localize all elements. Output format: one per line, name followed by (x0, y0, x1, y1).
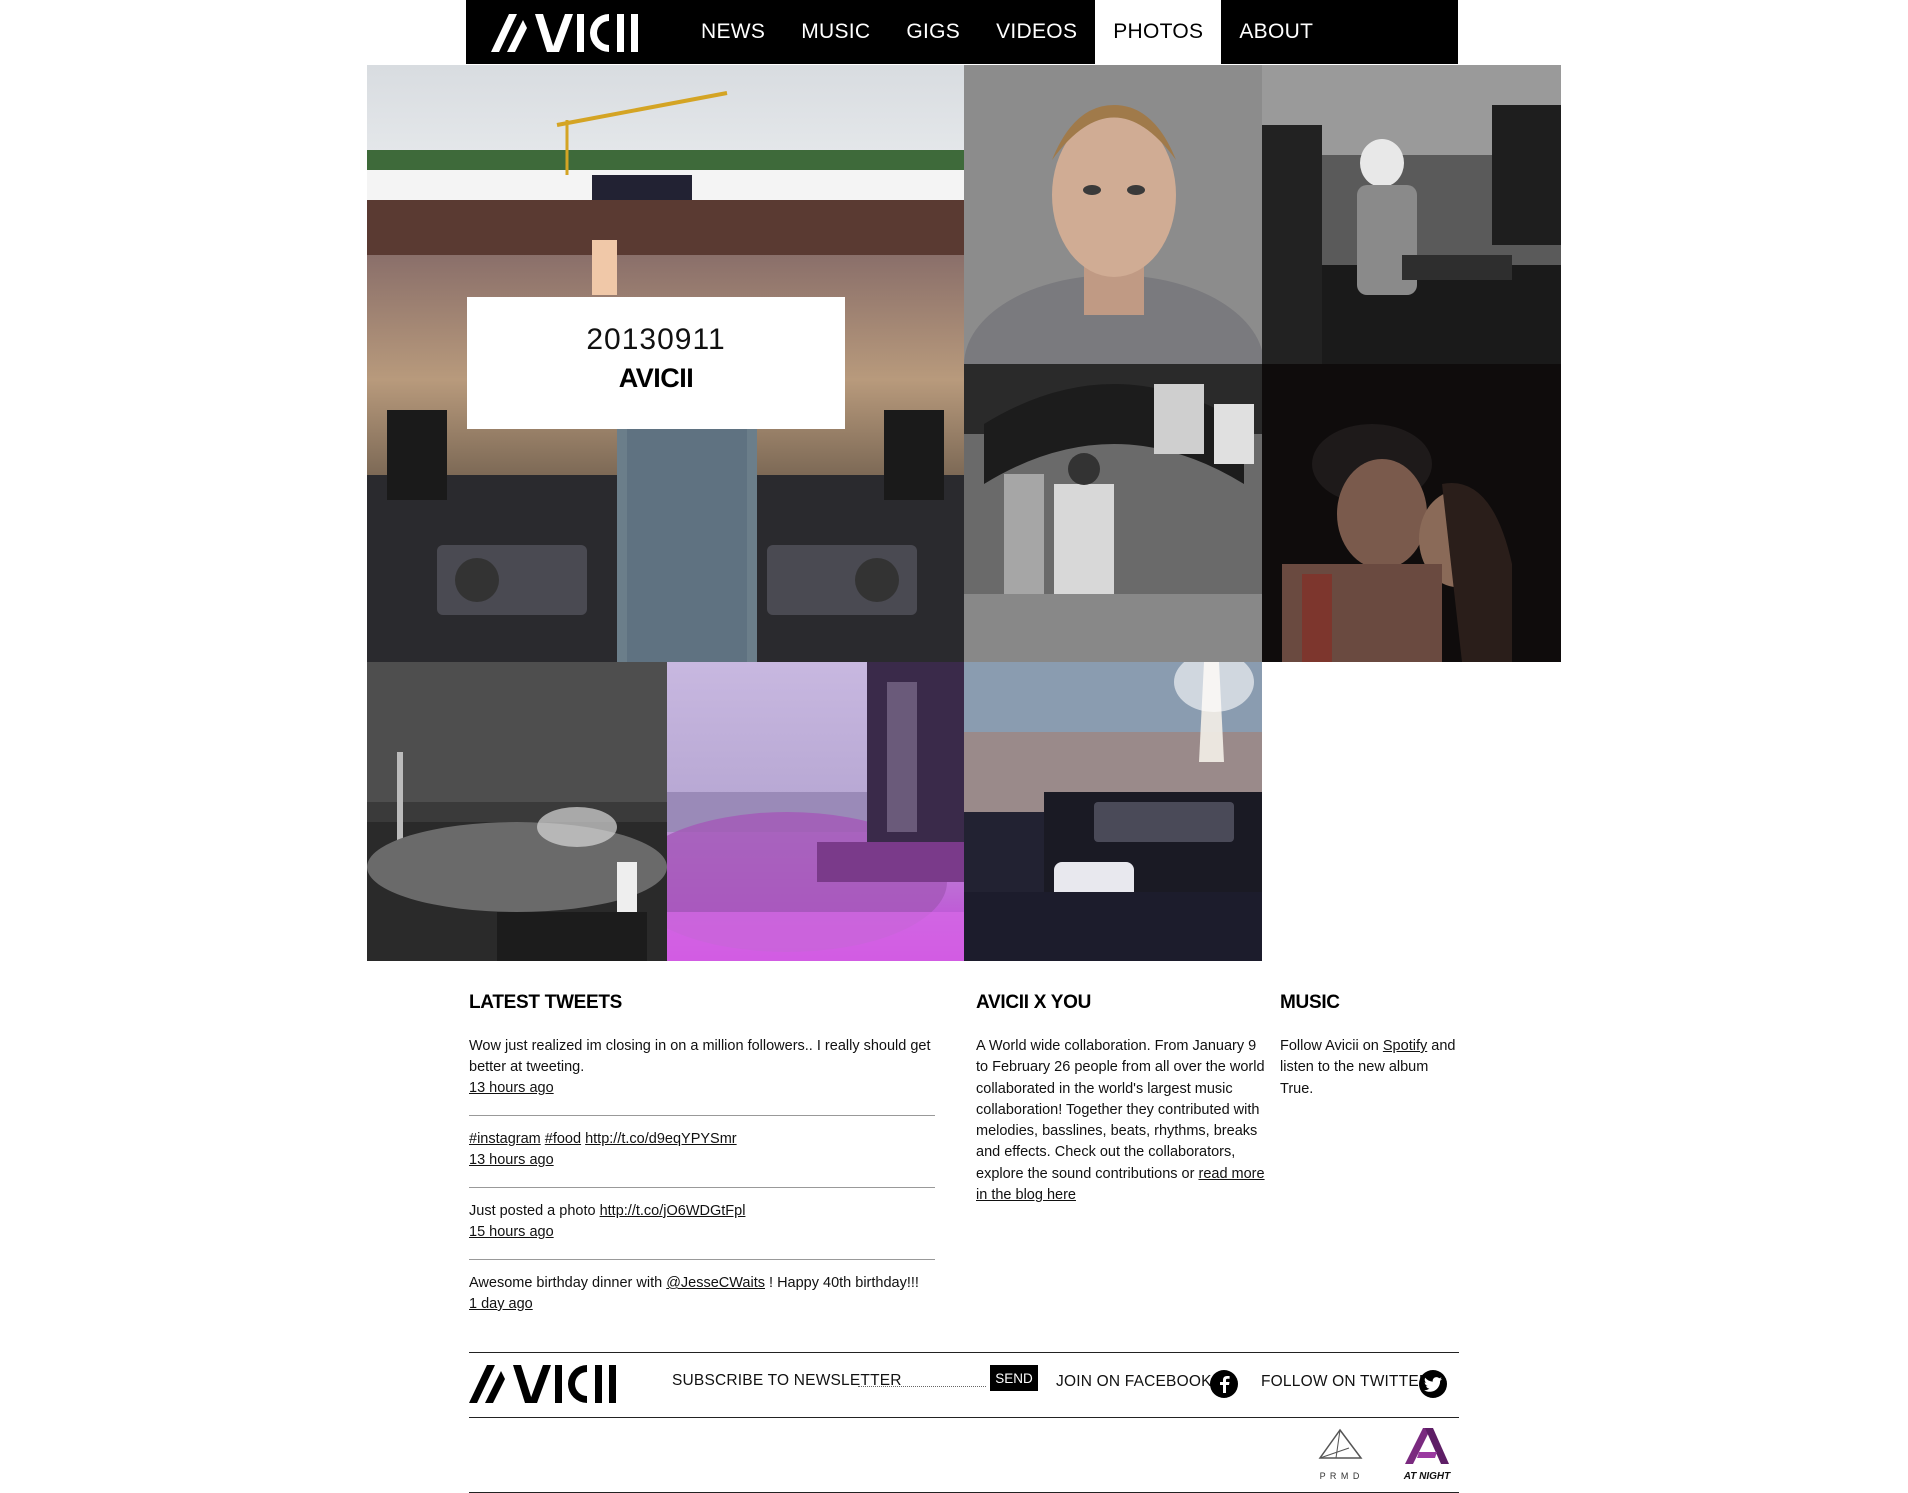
avicii-x-you-description: A World wide collaboration. From January… (976, 1036, 1266, 1206)
photo-tile-couple[interactable] (1262, 364, 1561, 662)
nav-music[interactable]: MUSIC (783, 0, 888, 64)
join-facebook-label[interactable]: JOIN ON FACEBOOK (1056, 1373, 1212, 1391)
prmd-logo[interactable]: P R M D (1315, 1428, 1365, 1481)
top-navigation-bar: NEWS MUSIC GIGS VIDEOS PHOTOS ABOUT (466, 0, 1458, 64)
follow-twitter-label[interactable]: FOLLOW ON TWITTER (1261, 1373, 1430, 1391)
tweet-2-time[interactable]: 13 hours ago (469, 1150, 935, 1171)
photo-tile-portrait[interactable] (964, 65, 1262, 364)
prmd-label: P R M D (1319, 1471, 1361, 1481)
festival-purple-photo (667, 662, 964, 961)
main-nav: NEWS MUSIC GIGS VIDEOS PHOTOS ABOUT (683, 0, 1331, 64)
photo-tile-stage-sparks[interactable] (964, 662, 1262, 961)
nav-news[interactable]: NEWS (683, 0, 783, 64)
avicii-logo[interactable] (466, 0, 681, 64)
photo-tile-backstage[interactable] (964, 364, 1262, 662)
nav-gigs[interactable]: GIGS (888, 0, 978, 64)
tweet-divider (469, 1187, 935, 1188)
footer-middle-rule (469, 1417, 1459, 1418)
tweet-4-text: Awesome birthday dinner with (469, 1275, 667, 1291)
featured-title: AVICII (618, 363, 694, 393)
tweet-divider (469, 1259, 935, 1260)
couple-photo (1262, 364, 1561, 662)
subscribe-label: SUBSCRIBE TO NEWSLETTER (672, 1372, 902, 1389)
tweet-4-mention[interactable]: @JesseCWaits (666, 1275, 765, 1291)
music-text: Follow Avicii on (1280, 1038, 1383, 1054)
tweet-1-text: Wow just realized im closing in on a mil… (469, 1038, 931, 1075)
portrait-photo (964, 65, 1262, 364)
photo-tile-festival-purple[interactable] (667, 662, 964, 961)
send-button[interactable]: SEND (990, 1365, 1038, 1391)
footer-logo-icon (469, 1365, 616, 1403)
newsletter-email-input[interactable] (858, 1386, 986, 1387)
backstage-photo (964, 364, 1262, 662)
avicii-x-you-heading: AVICII X YOU (976, 992, 1092, 1013)
facebook-icon[interactable] (1210, 1370, 1238, 1398)
photo-tile-crowd-night[interactable] (367, 662, 667, 961)
photo-tile-dj-booth[interactable] (1262, 65, 1561, 364)
nav-videos[interactable]: VIDEOS (978, 0, 1095, 64)
featured-caption: 20130911 AVICII (467, 297, 845, 429)
footer-top-rule (469, 1352, 1459, 1353)
spotify-link[interactable]: Spotify (1383, 1038, 1427, 1054)
tweet-divider (469, 1115, 935, 1116)
prmd-triangle-icon (1318, 1428, 1363, 1459)
tweet-2: #instagram #food http://t.co/d9eqYPYSmr … (469, 1129, 935, 1171)
nav-photos[interactable]: PHOTOS (1095, 0, 1222, 64)
tweet-1-time[interactable]: 13 hours ago (469, 1078, 935, 1099)
avicii-logo-icon (490, 14, 638, 52)
tweet-2-hashtag-instagram[interactable]: #instagram (469, 1131, 541, 1147)
music-description: Follow Avicii on Spotify and listen to t… (1280, 1036, 1460, 1100)
avicii-x-you-text: A World wide collaboration. From January… (976, 1038, 1265, 1182)
tweet-2-hashtag-food[interactable]: #food (545, 1131, 581, 1147)
tweet-1: Wow just realized im closing in on a mil… (469, 1036, 935, 1099)
featured-date: 20130911 (586, 323, 726, 356)
footer-avicii-logo[interactable] (469, 1363, 635, 1408)
tweet-3-link[interactable]: http://t.co/jO6WDGtFpl (600, 1203, 746, 1219)
tweet-3-text: Just posted a photo (469, 1203, 600, 1219)
latest-tweets-heading: LATEST TWEETS (469, 992, 623, 1013)
twitter-icon[interactable] (1419, 1370, 1447, 1398)
stage-sparks-photo (964, 662, 1262, 961)
at-night-logo[interactable]: AT NIGHT (1397, 1426, 1457, 1482)
dj-booth-photo (1262, 65, 1561, 364)
tweet-4-text-end: ! Happy 40th birthday!!! (764, 1275, 919, 1291)
tweet-2-link[interactable]: http://t.co/d9eqYPYSmr (585, 1131, 737, 1147)
music-heading: MUSIC (1280, 992, 1340, 1013)
at-night-label: AT NIGHT (1403, 1471, 1451, 1482)
at-night-icon (1405, 1428, 1449, 1464)
tweet-3-time[interactable]: 15 hours ago (469, 1222, 935, 1243)
featured-photo-tile[interactable]: 20130911 AVICII (367, 65, 964, 662)
tweet-4: Awesome birthday dinner with @JesseCWait… (469, 1273, 935, 1315)
crowd-night-photo (367, 662, 667, 961)
nav-about[interactable]: ABOUT (1221, 0, 1331, 64)
tweet-4-time[interactable]: 1 day ago (469, 1294, 935, 1315)
tweet-3: Just posted a photo http://t.co/jO6WDGtF… (469, 1201, 935, 1243)
